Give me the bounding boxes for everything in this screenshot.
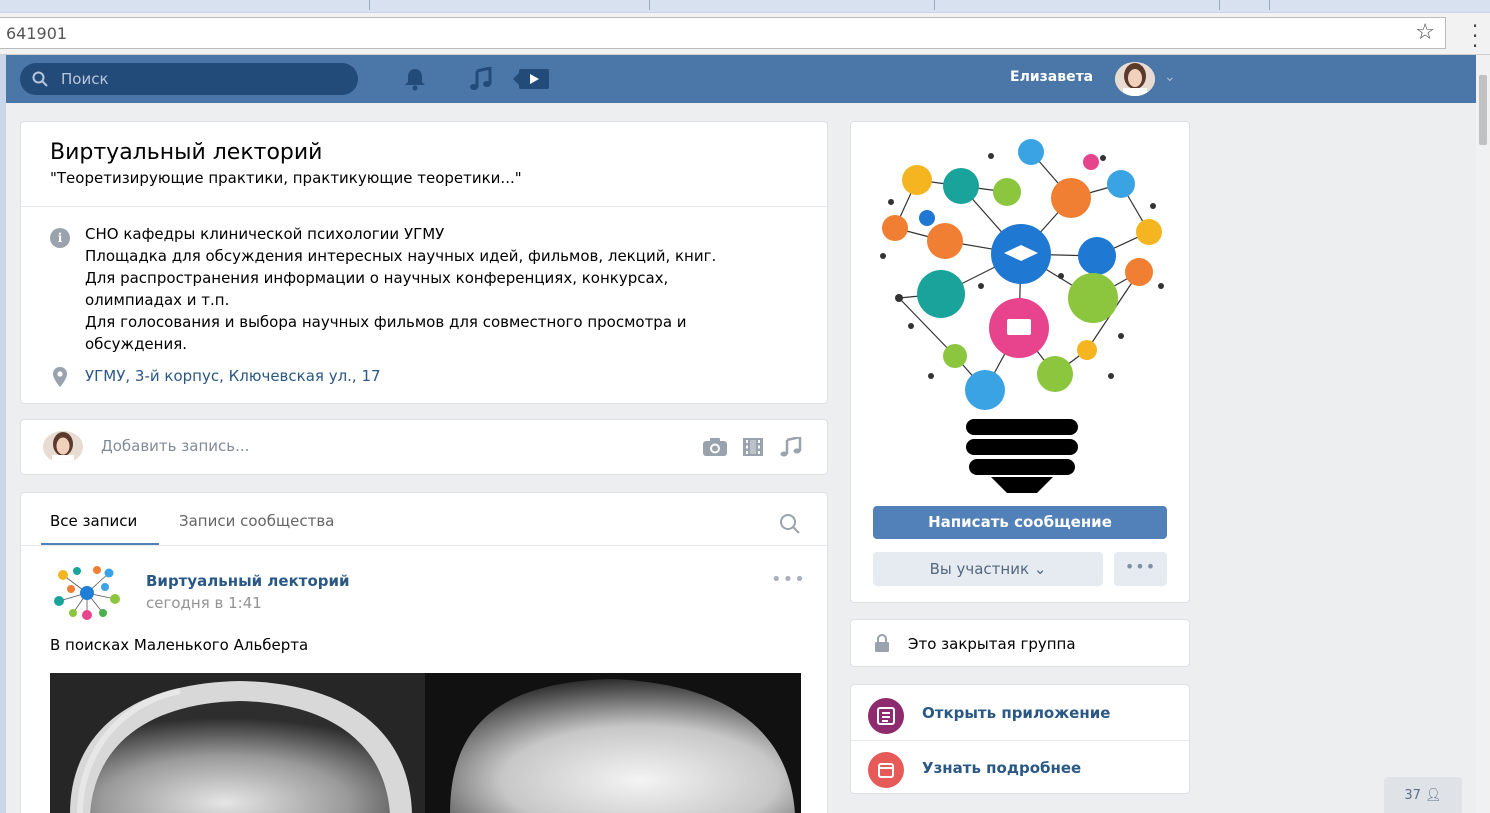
membership-label: Вы участник [929,560,1030,578]
scrollbar[interactable] [1476,55,1490,813]
page-body: Виртуальный лекторий "Теоретизирующие пр… [6,103,1476,813]
url-field[interactable]: 641901 ☆ [0,17,1446,49]
app-icon[interactable] [868,698,904,734]
membership-button[interactable]: Вы участник ⌄ [873,552,1103,586]
post-more-button[interactable]: ••• [771,569,806,590]
chevron-down-icon: ⌄ [1033,560,1047,578]
composer-placeholder[interactable]: Добавить запись... [101,437,249,455]
post-date[interactable]: сегодня в 1:41 [146,594,262,612]
tab-all-posts[interactable]: Все записи [50,512,137,530]
chevron-down-icon[interactable]: ⌄ [1164,69,1176,85]
camera-icon[interactable] [702,437,728,457]
user-name[interactable]: Елизавета [1010,69,1093,85]
description-line: СНО кафедры клинической психологии УГМУ [85,225,445,243]
search-icon [32,71,48,87]
browser-tab[interactable] [935,0,1220,10]
info-icon: i [50,228,70,248]
search-input[interactable]: Поиск [20,63,358,95]
music-note-icon[interactable] [468,67,494,91]
site-header: Поиск Елизавета ⌄ [6,55,1476,103]
url-text[interactable]: 641901 [6,24,67,43]
avatar[interactable] [1115,62,1155,96]
scrollbar-thumb[interactable] [1479,75,1487,145]
music-note-icon[interactable] [779,437,803,457]
wall-card: Все записи Записи сообщества Виртуальный… [20,492,829,813]
film-icon[interactable] [742,437,764,457]
divider [21,206,829,207]
post-photo[interactable] [50,673,801,813]
group-avatar[interactable] [49,563,125,623]
apps-card: Открыть приложение Узнать подробнее [850,684,1191,794]
divider [21,545,829,546]
divider [851,740,1191,741]
group-cover-card: Написать сообщение Вы участник ⌄ ••• [850,121,1190,603]
description-line: обсуждения. [85,335,188,353]
online-members-button[interactable]: 37 👤︎ [1384,777,1462,813]
tab-community-posts[interactable]: Записи сообщества [179,512,334,530]
browser-tab[interactable] [370,0,650,10]
post-author[interactable]: Виртуальный лекторий [146,572,350,590]
new-tab-button[interactable] [1220,0,1270,10]
post-text: В поисках Маленького Альберта [50,636,309,654]
closed-group-label: Это закрытая группа [908,635,1076,653]
description-line: Для голосования и выбора научных фильмов… [85,313,687,331]
bell-icon[interactable] [402,67,428,91]
person-icon: 👤︎ [1425,788,1442,803]
address-bar: 641901 ☆ · · · [0,13,1490,56]
group-info-card: Виртуальный лекторий "Теоретизирующие пр… [20,121,829,404]
closed-group-card: Это закрытая группа [850,619,1190,667]
description-line: олимпиадах и т.п. [85,291,230,309]
write-message-button[interactable]: Написать сообщение [873,506,1167,539]
video-play-icon[interactable] [511,67,551,91]
star-icon[interactable]: ☆ [1415,20,1435,46]
lightbulb-cover-image [880,139,1164,493]
browser-tab-strip [0,0,1490,12]
browser-tab[interactable] [90,0,370,10]
location-pin-icon [53,367,67,387]
browser-tab[interactable] [650,0,935,10]
more-actions-button[interactable]: ••• [1114,552,1167,586]
lock-icon [875,634,889,652]
avatar [43,431,83,463]
description-line: Площадка для обсуждения интересных научн… [85,247,717,265]
calendar-icon[interactable] [868,752,904,788]
search-placeholder: Поиск [61,70,109,88]
description-line: Для распространения информации о научных… [85,269,669,287]
post-composer[interactable]: Добавить запись... [20,419,828,475]
learn-more-link[interactable]: Узнать подробнее [922,759,1081,777]
open-app-link[interactable]: Открыть приложение [922,704,1110,722]
search-icon[interactable] [779,513,801,535]
members-count: 37 [1404,788,1421,803]
page-title: Виртуальный лекторий [50,140,323,165]
address-link[interactable]: УГМУ, 3-й корпус, Ключевская ул., 17 [85,367,381,385]
vertical-dots-icon[interactable]: · · · [1468,16,1482,56]
group-status: "Теоретизирующие практики, практикующие … [50,169,522,187]
